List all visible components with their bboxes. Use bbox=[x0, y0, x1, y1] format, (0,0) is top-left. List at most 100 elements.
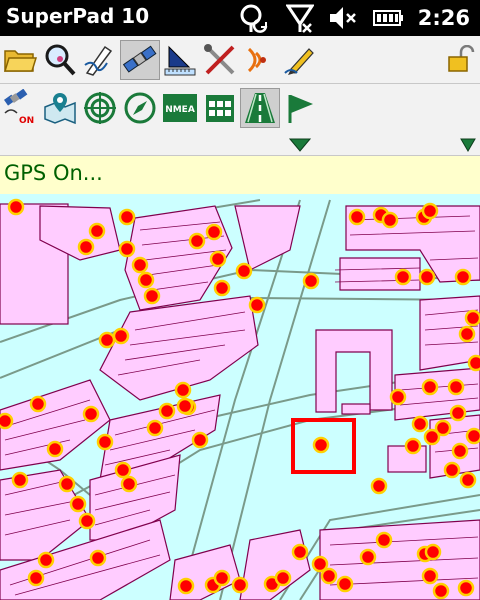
gps-point-marker[interactable] bbox=[424, 543, 442, 561]
gps-point-marker[interactable] bbox=[89, 549, 107, 567]
gps-point-marker[interactable] bbox=[191, 431, 209, 449]
target-button[interactable] bbox=[80, 88, 120, 128]
gps-point-marker[interactable] bbox=[467, 354, 480, 372]
gps-point-marker[interactable] bbox=[88, 222, 106, 240]
gps-point-marker[interactable] bbox=[205, 223, 223, 241]
wireless-icon bbox=[247, 47, 266, 73]
gps-point-marker[interactable] bbox=[443, 461, 461, 479]
gps-point-marker[interactable] bbox=[213, 279, 231, 297]
gps-point-marker[interactable] bbox=[454, 268, 472, 286]
gps-point-marker[interactable] bbox=[131, 256, 149, 274]
gps-point-marker[interactable] bbox=[434, 419, 452, 437]
road-button[interactable] bbox=[240, 88, 280, 128]
gps-point-marker[interactable] bbox=[394, 268, 412, 286]
search-zoom-button[interactable] bbox=[40, 40, 80, 80]
flag-dropdown-icon[interactable] bbox=[289, 138, 311, 152]
gps-point-marker[interactable] bbox=[336, 575, 354, 593]
tools-button[interactable] bbox=[200, 40, 240, 80]
nmea-button[interactable]: NMEA bbox=[160, 88, 200, 128]
gps-point-marker[interactable] bbox=[359, 548, 377, 566]
gps-point-marker[interactable] bbox=[231, 576, 249, 594]
battery-icon[interactable] bbox=[372, 2, 404, 34]
map-view[interactable] bbox=[0, 194, 480, 600]
gps-point-marker[interactable] bbox=[411, 415, 429, 433]
gps-point-marker[interactable] bbox=[98, 331, 116, 349]
gps-point-marker[interactable] bbox=[465, 427, 480, 445]
gps-point-marker[interactable] bbox=[459, 471, 477, 489]
gps-point-marker[interactable] bbox=[458, 325, 476, 343]
gps-point-marker[interactable] bbox=[114, 461, 132, 479]
gps-point-marker[interactable] bbox=[137, 271, 155, 289]
gps-point-marker[interactable] bbox=[370, 477, 388, 495]
gps-point-marker[interactable] bbox=[96, 433, 114, 451]
gps-point-marker[interactable] bbox=[146, 419, 164, 437]
gps-point-marker[interactable] bbox=[320, 567, 338, 585]
gps-point-marker[interactable] bbox=[213, 569, 231, 587]
gps-point-marker[interactable] bbox=[188, 232, 206, 250]
gps-point-marker[interactable] bbox=[209, 250, 227, 268]
gps-point-marker[interactable] bbox=[421, 567, 439, 585]
toolbar-overflow-dropdown-icon[interactable] bbox=[460, 138, 476, 152]
gps-point-marker[interactable] bbox=[143, 287, 161, 305]
gps-point-marker[interactable] bbox=[118, 208, 136, 226]
compass-button[interactable] bbox=[120, 88, 160, 128]
gps-point-marker[interactable] bbox=[235, 262, 253, 280]
gps-point-marker[interactable] bbox=[7, 198, 25, 216]
gps-point-marker[interactable] bbox=[274, 569, 292, 587]
flag-button[interactable] bbox=[280, 88, 320, 128]
gps-point-marker[interactable] bbox=[457, 579, 475, 597]
gps-point-marker[interactable] bbox=[174, 381, 192, 399]
gps-point-marker[interactable] bbox=[176, 397, 194, 415]
gps-point-marker[interactable] bbox=[77, 238, 95, 256]
wireless-button[interactable] bbox=[240, 40, 280, 80]
gps-point-marker[interactable] bbox=[421, 378, 439, 396]
pencil-note-button[interactable] bbox=[280, 40, 320, 80]
gps-point-marker[interactable] bbox=[381, 211, 399, 229]
gps-point-marker[interactable] bbox=[302, 272, 320, 290]
gps-point-marker[interactable] bbox=[312, 436, 330, 454]
gps-point-marker[interactable] bbox=[27, 569, 45, 587]
measure-ruler-button[interactable] bbox=[160, 40, 200, 80]
gps-point-marker[interactable] bbox=[118, 240, 136, 258]
gps-point-marker[interactable] bbox=[120, 475, 138, 493]
gps-point-marker[interactable] bbox=[46, 440, 64, 458]
gps-point-marker[interactable] bbox=[418, 268, 436, 286]
gps-point-marker[interactable] bbox=[29, 395, 47, 413]
gps-point-marker[interactable] bbox=[248, 296, 266, 314]
gps-point-marker[interactable] bbox=[69, 495, 87, 513]
map-canvas[interactable] bbox=[0, 194, 480, 600]
app-title[interactable]: SuperPad 10 bbox=[6, 4, 149, 28]
gps-point-marker[interactable] bbox=[449, 404, 467, 422]
signal-off-icon[interactable] bbox=[285, 2, 314, 34]
calendar-button[interactable] bbox=[200, 88, 240, 128]
gps-point-marker[interactable] bbox=[432, 582, 450, 600]
gps-point-marker[interactable] bbox=[112, 327, 130, 345]
gps-status-text: GPS On... bbox=[4, 161, 103, 185]
volume-mute-icon[interactable] bbox=[328, 2, 358, 34]
gps-point-marker[interactable] bbox=[451, 442, 469, 460]
gps-point-marker[interactable] bbox=[447, 378, 465, 396]
gps-point-marker[interactable] bbox=[177, 577, 195, 595]
gps-point-marker[interactable] bbox=[82, 405, 100, 423]
gps-point-marker[interactable] bbox=[464, 309, 480, 327]
gps-on-button[interactable]: ON bbox=[0, 88, 40, 128]
gps-point-marker[interactable] bbox=[404, 437, 422, 455]
pen-edit-button[interactable] bbox=[80, 40, 120, 80]
unlock-button[interactable] bbox=[440, 40, 480, 80]
gps-sync-icon[interactable] bbox=[236, 2, 272, 34]
gps-point-marker[interactable] bbox=[375, 531, 393, 549]
gps-point-marker[interactable] bbox=[37, 551, 55, 569]
gps-point-marker[interactable] bbox=[291, 543, 309, 561]
gps-point-marker[interactable] bbox=[0, 412, 14, 430]
gps-point-marker[interactable] bbox=[11, 471, 29, 489]
clock[interactable]: 2:26 bbox=[418, 6, 470, 30]
gps-point-marker[interactable] bbox=[348, 208, 366, 226]
open-folder-button[interactable] bbox=[0, 40, 40, 80]
satellite-button[interactable] bbox=[120, 40, 160, 80]
gps-point-marker[interactable] bbox=[421, 202, 439, 220]
map-location-button[interactable] bbox=[40, 88, 80, 128]
gps-point-marker[interactable] bbox=[58, 475, 76, 493]
gps-point-marker[interactable] bbox=[389, 388, 407, 406]
gps-point-marker[interactable] bbox=[78, 512, 96, 530]
gps-point-marker[interactable] bbox=[158, 402, 176, 420]
